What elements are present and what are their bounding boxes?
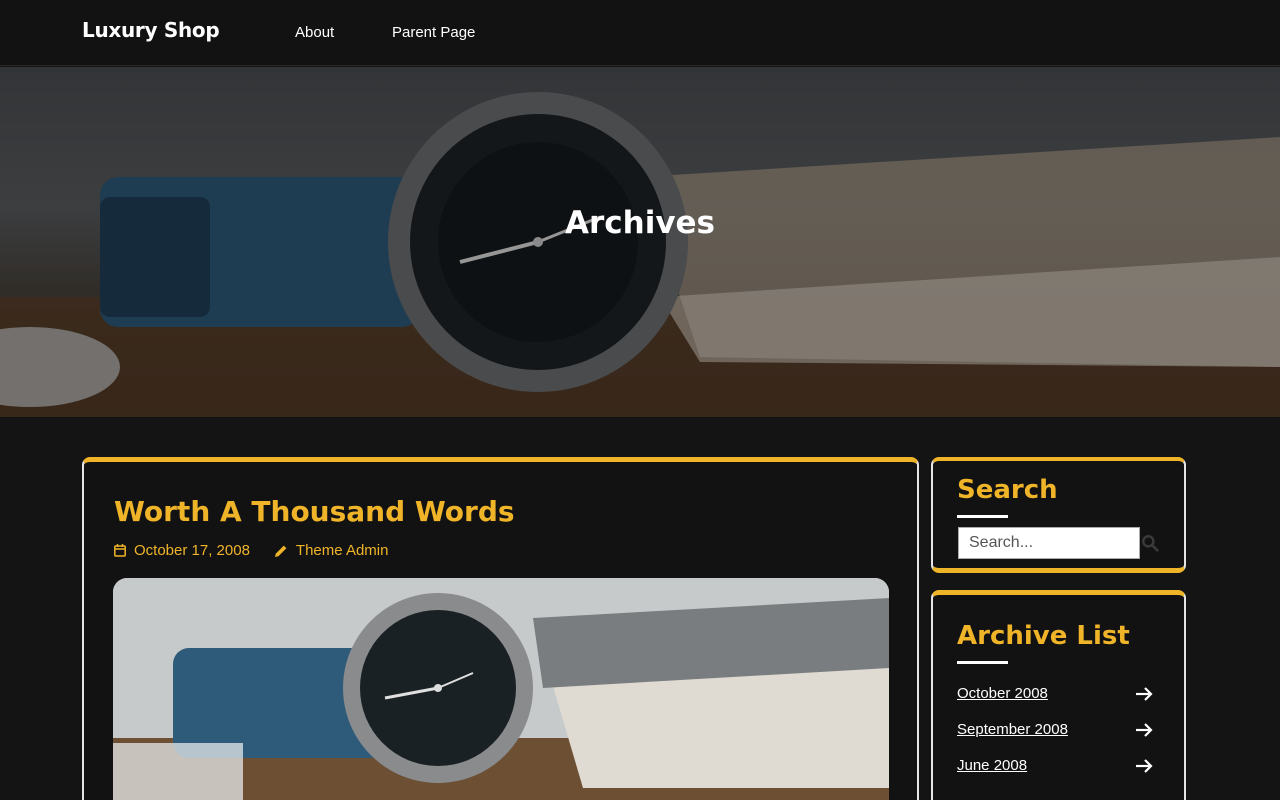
archive-link[interactable]: June 2008 bbox=[957, 757, 1027, 774]
nav-link-about[interactable]: About bbox=[295, 24, 334, 41]
post-title[interactable]: Worth A Thousand Words bbox=[114, 495, 515, 528]
post-meta: October 17, 2008 Theme Admin bbox=[114, 542, 412, 559]
search-widget-title: Search bbox=[957, 475, 1058, 505]
search-icon[interactable] bbox=[1141, 534, 1159, 552]
arrow-right-icon[interactable] bbox=[1135, 722, 1153, 738]
hero-banner: Archives bbox=[0, 67, 1280, 417]
archive-item-june-2008: June 2008 bbox=[957, 757, 1153, 774]
archive-link[interactable]: October 2008 bbox=[957, 685, 1048, 702]
arrow-right-icon[interactable] bbox=[1135, 686, 1153, 702]
watch-photo bbox=[113, 578, 889, 800]
archive-item-october-2008: October 2008 bbox=[957, 685, 1153, 702]
widget-title-underline bbox=[957, 515, 1008, 518]
nav-link-parent-page[interactable]: Parent Page bbox=[392, 24, 475, 41]
archive-item-september-2008: September 2008 bbox=[957, 721, 1153, 738]
search-input[interactable] bbox=[958, 527, 1140, 559]
archive-list-widget: Archive List October 2008 September 2008… bbox=[931, 590, 1186, 800]
site-header: Luxury Shop About Parent Page bbox=[0, 0, 1280, 66]
archive-page-title: Archives bbox=[564, 205, 716, 241]
post-date-text[interactable]: October 17, 2008 bbox=[134, 542, 250, 559]
archive-widget-title: Archive List bbox=[957, 621, 1130, 651]
post-author-text[interactable]: Theme Admin bbox=[296, 542, 389, 559]
post-author: Theme Admin bbox=[274, 542, 389, 559]
pencil-icon bbox=[274, 545, 287, 557]
calendar-icon bbox=[114, 544, 126, 557]
post-featured-image[interactable] bbox=[113, 578, 889, 800]
widget-title-underline bbox=[957, 661, 1008, 664]
archive-link[interactable]: September 2008 bbox=[957, 721, 1068, 738]
arrow-right-icon[interactable] bbox=[1135, 758, 1153, 774]
post-card: Worth A Thousand Words October 17, 2008 … bbox=[82, 457, 919, 800]
search-widget: Search bbox=[931, 457, 1186, 573]
post-date: October 17, 2008 bbox=[114, 542, 250, 559]
site-title[interactable]: Luxury Shop bbox=[82, 18, 220, 42]
